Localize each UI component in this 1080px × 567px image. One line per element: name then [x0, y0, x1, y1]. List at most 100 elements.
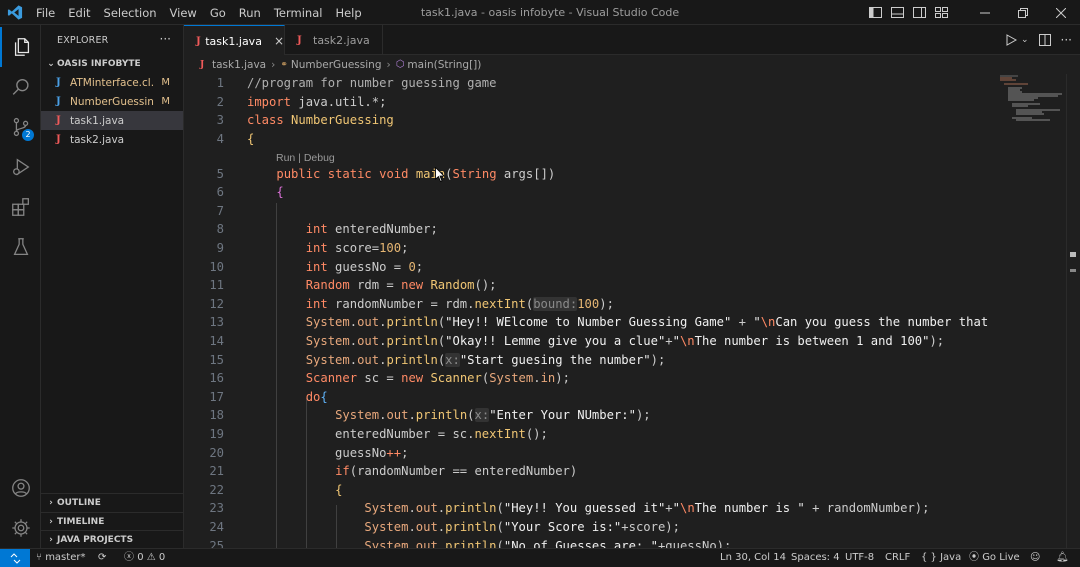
line-number: 7: [216, 203, 224, 218]
extensions-icon[interactable]: [0, 187, 41, 227]
close-window-icon[interactable]: [1042, 0, 1080, 25]
code-line: 13 System.out.println("Hey!! WElcome to …: [184, 313, 1080, 332]
workspace-folder[interactable]: ⌄ OASIS INFOBYTE: [41, 55, 183, 73]
code-text: int score=100;: [305, 241, 409, 255]
code-editor[interactable]: 1 //program for number guessing game 2 imp…: [184, 74, 1080, 548]
tab-task2[interactable]: J task2.java: [285, 25, 383, 55]
warning-count: 0: [158, 552, 166, 563]
code-text: {: [276, 185, 284, 200]
code-text: import java.util.*;: [247, 94, 387, 109]
code-line: 2 import java.util.*;: [184, 93, 1080, 112]
eol-status[interactable]: CRLF: [885, 549, 910, 567]
breadcrumb-class[interactable]: NumberGuessing: [291, 59, 382, 71]
menu-terminal[interactable]: Terminal: [274, 6, 323, 20]
file-item-atminterface[interactable]: J ATMinterface.cl... M: [41, 73, 183, 92]
menu-edit[interactable]: Edit: [68, 6, 90, 20]
line-number: 13: [209, 315, 224, 330]
split-editor-icon[interactable]: [1038, 34, 1051, 46]
notifications-bell-icon[interactable]: 🔔︎: [1056, 549, 1069, 567]
menu-bar: File Edit Selection View Go Run Terminal…: [36, 0, 375, 25]
run-dropdown-chevron-icon[interactable]: ⌄: [1021, 35, 1029, 45]
manage-gear-icon[interactable]: [0, 508, 41, 548]
line-number: 25: [209, 538, 224, 548]
source-control-icon[interactable]: 2: [0, 107, 41, 147]
toggle-panel-icon[interactable]: [886, 0, 908, 25]
line-number: 24: [209, 520, 224, 534]
warning-icon: ⚠: [146, 552, 156, 563]
explorer-more-actions-icon[interactable]: ···: [160, 32, 171, 46]
git-branch-icon: ⑂: [36, 552, 42, 563]
source-control-badge: 2: [22, 129, 34, 141]
java-projects-section[interactable]: › JAVA PROJECTS: [41, 530, 184, 548]
feedback-icon[interactable]: ☺: [1030, 549, 1040, 567]
menu-view[interactable]: View: [170, 6, 197, 20]
java-file-icon: J: [56, 134, 61, 145]
minimize-icon[interactable]: [966, 0, 1004, 25]
toggle-secondary-sidebar-icon[interactable]: [908, 0, 930, 25]
java-file-icon: J: [196, 35, 201, 47]
indentation-status[interactable]: Spaces: 4: [791, 549, 840, 567]
line-number: 8: [216, 222, 224, 237]
code-text: System.out.println("Hey!! You guessed it…: [364, 501, 930, 516]
code-line: 6 {: [184, 183, 1080, 202]
line-number: 15: [209, 352, 224, 367]
timeline-section[interactable]: › TIMELINE: [41, 512, 184, 530]
testing-icon[interactable]: [0, 227, 41, 267]
code-text: System.out.println("Your Score is:"+scor…: [364, 520, 680, 534]
search-icon[interactable]: [0, 67, 41, 107]
menu-run[interactable]: Run: [239, 6, 261, 20]
line-number: 23: [209, 501, 224, 516]
code-line: 3 class NumberGuessing: [184, 111, 1080, 130]
encoding-status[interactable]: UTF-8: [845, 549, 874, 567]
code-text: Scanner sc = new Scanner(System.in);: [305, 371, 570, 386]
code-text: enteredNumber = sc.nextInt();: [247, 427, 548, 441]
accounts-icon[interactable]: [0, 468, 41, 508]
file-item-task1[interactable]: J task1.java: [41, 111, 183, 130]
remote-indicator-icon[interactable]: [0, 549, 30, 567]
code-text: System.out.println("Okay!! Lemme give yo…: [305, 334, 945, 348]
breadcrumb-file[interactable]: task1.java: [212, 59, 266, 71]
file-item-task2[interactable]: J task2.java: [41, 130, 183, 149]
breadcrumb-method[interactable]: main(String[]): [407, 59, 481, 71]
outline-section[interactable]: › OUTLINE: [41, 493, 184, 511]
tab-task1[interactable]: J task1.java ×: [184, 25, 285, 56]
code-line: 4{: [184, 130, 1080, 149]
go-live-button[interactable]: ⦿ Go Live: [969, 549, 1020, 567]
file-item-numberguessing[interactable]: J NumberGuessin... M: [41, 92, 183, 111]
close-tab-icon[interactable]: ×: [274, 34, 284, 48]
code-line: 19 enteredNumber = sc.nextInt();: [184, 425, 1080, 444]
class-symbol-icon: ⚭: [280, 59, 288, 70]
toggle-primary-sidebar-icon[interactable]: [864, 0, 886, 25]
menu-go[interactable]: Go: [210, 6, 226, 20]
braces-icon: { }: [921, 552, 937, 563]
problems-status[interactable]: ⓧ 0 ⚠ 0: [124, 549, 165, 567]
code-text: //program for number guessing game: [247, 76, 497, 90]
cursor-position[interactable]: Ln 30, Col 14: [720, 549, 786, 567]
git-branch-status[interactable]: ⑂ master*: [36, 549, 85, 567]
line-number: 4: [216, 131, 224, 146]
java-file-icon: J: [297, 34, 302, 46]
editor-more-actions-icon[interactable]: ···: [1061, 33, 1072, 47]
line-number: 12: [209, 296, 224, 311]
explorer-icon[interactable]: [0, 27, 41, 67]
minimap[interactable]: [998, 74, 1066, 134]
code-line: 24 System.out.println("Your Score is:"+s…: [184, 518, 1080, 537]
sync-icon[interactable]: ⟳: [98, 549, 106, 567]
status-bar: ⑂ master* ⟳ ⓧ 0 ⚠ 0 Ln 30, Col 14 Spaces…: [0, 548, 1080, 567]
line-number: 19: [209, 427, 224, 441]
java-projects-label: JAVA PROJECTS: [57, 534, 134, 545]
code-line: 11 Random rdm = new Random();: [184, 276, 1080, 295]
run-java-icon[interactable]: [1005, 34, 1017, 46]
menu-selection[interactable]: Selection: [104, 6, 157, 20]
explorer-sidebar: EXPLORER ··· ⌄ OASIS INFOBYTE J ATMinter…: [41, 25, 184, 548]
code-line: 15 System.out.println(x:"Start guesing t…: [184, 351, 1080, 370]
menu-file[interactable]: File: [36, 6, 55, 20]
tab-label: task2.java: [313, 33, 370, 47]
code-text: int enteredNumber;: [305, 222, 438, 237]
code-text: guessNo++;: [247, 445, 409, 460]
run-debug-icon[interactable]: [0, 147, 41, 187]
customize-layout-icon[interactable]: [930, 0, 952, 25]
restore-icon[interactable]: [1004, 0, 1042, 25]
language-mode[interactable]: { } Java: [921, 549, 961, 567]
vertical-scrollbar[interactable]: [1066, 74, 1080, 548]
